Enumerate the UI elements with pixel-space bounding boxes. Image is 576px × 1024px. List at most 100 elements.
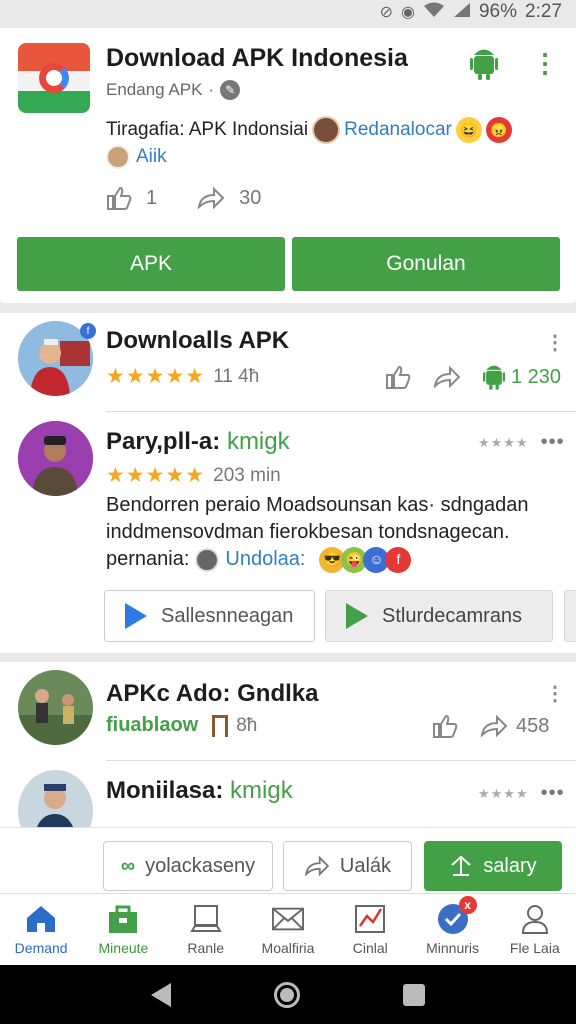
more-dots-icon[interactable]: •••	[541, 782, 565, 805]
thumbs-up-icon[interactable]	[385, 365, 411, 389]
thumbs-up-icon[interactable]	[432, 714, 458, 738]
play-icon	[125, 603, 147, 629]
button-label: Stlurdecamrans	[382, 604, 523, 627]
nav-mineute[interactable]: Mineute	[82, 894, 164, 965]
user-avatar-icon[interactable]	[312, 116, 341, 144]
shop-icon	[107, 904, 139, 934]
small-rating-stars: ★★★★	[478, 785, 529, 801]
button-label: Sallesnneagan	[161, 604, 294, 627]
nav-minnuris[interactable]: x Minnuris	[411, 894, 493, 965]
home-icon	[25, 904, 57, 934]
share-count[interactable]: 458	[480, 715, 549, 738]
nav-label: Demand	[14, 939, 68, 956]
facebook-reaction-icon: f	[385, 546, 412, 573]
sallesnneagan-button[interactable]: Sallesnneagan	[104, 590, 315, 642]
yolackaseny-button[interactable]: ∞ yolackaseny	[103, 841, 273, 891]
android-icon	[483, 365, 505, 390]
post-author-2[interactable]: Pary,pll-a:	[106, 428, 220, 455]
subtitle-separator: ·	[208, 80, 215, 99]
nav-fle-laia[interactable]: Fle Laia	[494, 894, 576, 965]
mention-link[interactable]: Undolaa:	[225, 546, 305, 573]
post-body-2: Bendorren peraio Moadsounsan kas· sdngad…	[106, 492, 556, 573]
post-time-1: 11 4ħ	[213, 365, 260, 387]
nav-label: Mineute	[98, 939, 149, 956]
more-options-icon[interactable]: ⋮	[532, 50, 558, 76]
signal-icon	[453, 2, 471, 23]
mute-icon: ⊘	[379, 4, 394, 21]
share-icon	[480, 715, 508, 737]
monitor-icon	[189, 904, 222, 934]
thumbs-up-icon	[107, 186, 132, 210]
post-avatar-3[interactable]	[18, 670, 93, 745]
tagged-user-link[interactable]: Aiik	[136, 146, 167, 168]
salary-button[interactable]: salary	[424, 841, 562, 891]
gonulan-button[interactable]: Gonulan	[292, 237, 560, 291]
button-label: yolackaseny	[145, 854, 256, 877]
share-button[interactable]: Ualák	[283, 841, 412, 891]
post-title-3[interactable]: APKc Ado: Gndlka	[106, 680, 318, 708]
system-navigation-bar	[0, 965, 576, 1024]
wifi-icon	[423, 2, 445, 23]
body-line-2: inddmensovdman fierokbesan tondsnagecan.	[106, 521, 510, 543]
post-meta-1: ★★★★★ 11 4ħ	[106, 364, 259, 389]
post-tag-4[interactable]: kmigk	[230, 777, 293, 804]
likes-count: 1	[146, 186, 158, 209]
mention-avatar-icon[interactable]	[195, 547, 220, 572]
body-line-1: Bendorren peraio Moadsounsan kas· sdngad…	[106, 494, 529, 516]
post-meta-3: fiuablaow 8ħ	[106, 714, 257, 737]
post-options-icon[interactable]: ⋮	[545, 333, 565, 353]
post-author-4[interactable]: Moniilasa:	[106, 777, 223, 804]
nav-demand[interactable]: Demand	[0, 894, 82, 965]
tagged-avatar-icon[interactable]	[106, 145, 130, 169]
recents-icon[interactable]	[402, 983, 425, 1006]
post-tag-2[interactable]: kmigk	[227, 428, 290, 455]
status-bar: ⊘ ◉ 96% 2:27	[0, 0, 576, 24]
rating-stars: ★★★★★	[106, 365, 206, 388]
nav-ranle[interactable]: Ranle	[165, 894, 247, 965]
post-meta-2: ★★★★★ 203 min	[106, 463, 281, 488]
check-badge-icon: x	[437, 895, 477, 934]
chart-icon	[354, 904, 386, 934]
post-title-1[interactable]: Downloalls APK	[106, 327, 289, 355]
small-rating: ★★★★ •••	[478, 782, 565, 805]
post-options-icon[interactable]: ⋮	[545, 684, 565, 704]
home-button-icon[interactable]	[273, 981, 300, 1008]
action-bar: ∞ yolackaseny Ualák salary	[0, 827, 576, 893]
back-icon[interactable]	[151, 982, 172, 1007]
developer-name[interactable]: Endang APK	[106, 80, 202, 100]
shares-stat[interactable]: 30	[197, 187, 261, 210]
more-button-clipped[interactable]	[564, 590, 576, 642]
angry-emoji-icon: 😠	[485, 117, 512, 143]
android-count[interactable]: 1 230	[483, 364, 561, 390]
android-icon[interactable]	[470, 48, 498, 80]
post-time-3: 8ħ	[236, 714, 258, 736]
nav-label: Moalfiria	[261, 939, 315, 956]
notification-badge: x	[458, 895, 477, 914]
nav-moalfiria[interactable]: Moalfiria	[247, 894, 329, 965]
rating-stars: ★★★★★	[106, 464, 206, 487]
description-link[interactable]: Redanalocar	[344, 119, 452, 141]
more-dots-icon[interactable]: •••	[541, 431, 565, 454]
app-description: Tiragafia: APK Indonsiai Redanalocar 😆 😠	[106, 116, 512, 144]
nav-cinlal[interactable]: Cinlal	[329, 894, 411, 965]
app-stats: 1 30	[106, 186, 261, 210]
laugh-emoji-icon: 😆	[455, 117, 482, 143]
post-avatar-2[interactable]	[18, 421, 93, 496]
door-icon	[212, 714, 229, 737]
app-logo-icon	[18, 43, 90, 113]
share-icon[interactable]	[433, 366, 461, 388]
likes-stat[interactable]: 1	[106, 186, 157, 210]
nav-label: Cinlal	[352, 939, 388, 956]
apk-button[interactable]: APK	[17, 237, 285, 291]
download-count: 1 230	[511, 365, 562, 388]
body-line-3: pernania: Undolaa: 😎 😜 ☺ f	[106, 546, 556, 573]
app-subtitle: Endang APK · ✎	[106, 80, 241, 100]
facebook-badge-icon: f	[80, 323, 96, 339]
person-icon	[519, 904, 551, 934]
post-tag-3[interactable]: fiuablaow	[106, 714, 198, 737]
button-label: salary	[483, 854, 537, 877]
divider	[106, 411, 576, 412]
share-count-value: 458	[516, 714, 550, 737]
post-time-2: 203 min	[213, 464, 281, 486]
stlurdecamrans-button[interactable]: Stlurdecamrans	[325, 590, 553, 642]
